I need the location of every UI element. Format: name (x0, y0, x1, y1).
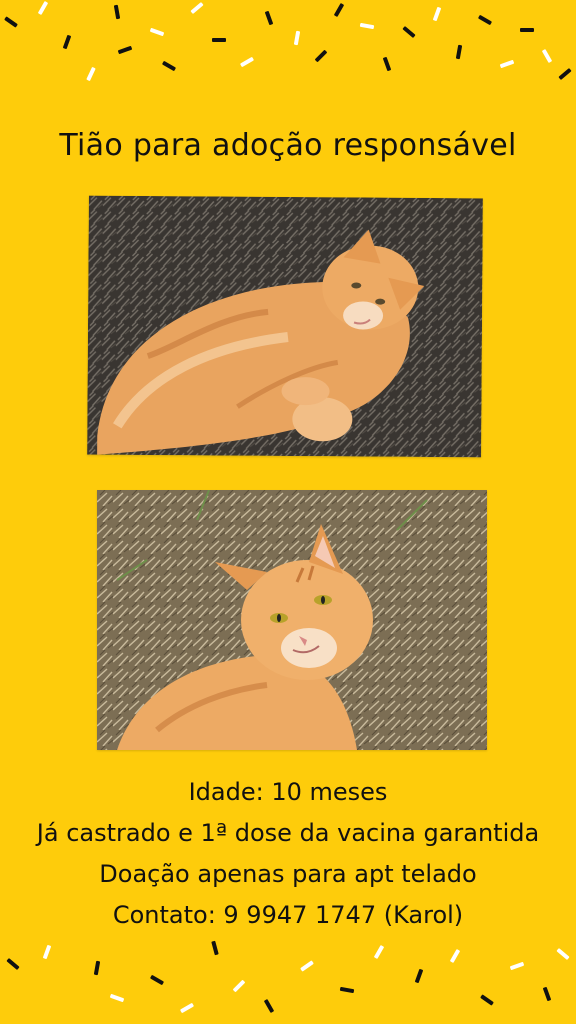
cat-photo-lying (87, 195, 483, 458)
confetti-top (0, 0, 576, 100)
contact-text: Contato: 9 9947 1747 (Karol) (112, 901, 464, 929)
cat-photo-portrait (97, 490, 487, 750)
condition-text: Doação apenas para apt telado (99, 860, 477, 888)
age-text: Idade: 10 meses (188, 778, 388, 806)
health-text: Já castrado e 1ª dose da vacina garantid… (36, 819, 540, 847)
poster-title: Tião para adoção responsável (59, 128, 517, 164)
adoption-info: Idade: 10 meses Já castrado e 1ª dose da… (0, 772, 576, 936)
confetti-bottom (0, 940, 576, 1024)
